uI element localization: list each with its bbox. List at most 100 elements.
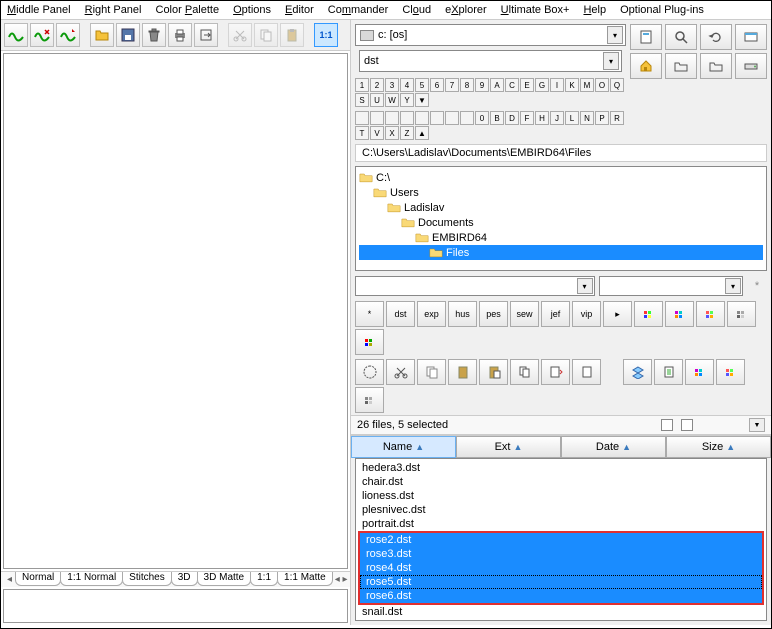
alpha-B[interactable]: B — [490, 111, 504, 125]
file-item[interactable]: lioness.dst — [356, 489, 766, 503]
file-item[interactable]: portrait.dst — [356, 517, 766, 531]
alpha-7[interactable]: 7 — [445, 78, 459, 92]
menu-editor[interactable]: Editor — [285, 4, 314, 16]
fmt-dst[interactable]: dst — [386, 301, 415, 327]
chevron-down-icon[interactable]: ▾ — [607, 26, 623, 44]
tab-1-1-normal[interactable]: 1:1 Normal — [60, 571, 123, 586]
column-ext[interactable]: Ext▲ — [456, 436, 561, 458]
tool-grid2[interactable] — [716, 359, 745, 385]
alpha-8[interactable]: 8 — [460, 78, 474, 92]
alpha-Y[interactable]: Y — [400, 93, 414, 107]
alpha-Z[interactable]: Z — [400, 126, 414, 140]
alpha-M[interactable]: M — [580, 78, 594, 92]
alpha-0[interactable]: 0 — [475, 111, 489, 125]
tool-shape[interactable] — [355, 359, 384, 385]
view-wand[interactable] — [665, 301, 694, 327]
copy-button[interactable] — [254, 23, 278, 47]
save-button[interactable] — [116, 23, 140, 47]
scale-11-button[interactable]: 1:1 — [314, 23, 338, 47]
alpha-U[interactable]: U — [370, 93, 384, 107]
folder-button-1[interactable] — [665, 53, 697, 79]
file-item[interactable]: rose2.dst — [360, 533, 762, 547]
alpha-4[interactable]: 4 — [400, 78, 414, 92]
tab-stitches[interactable]: Stitches — [122, 571, 172, 586]
fmt-sew[interactable]: sew — [510, 301, 539, 327]
alpha-K[interactable]: K — [565, 78, 579, 92]
tab-scroll-right[interactable]: ◂ ▸ — [332, 572, 350, 587]
tool-paste[interactable] — [448, 359, 477, 385]
tool-cut[interactable] — [386, 359, 415, 385]
file-item[interactable]: chair.dst — [356, 475, 766, 489]
fmt-hus[interactable]: hus — [448, 301, 477, 327]
alpha-5[interactable]: 5 — [415, 78, 429, 92]
wave-tool-3[interactable] — [56, 23, 80, 47]
file-item[interactable]: plesnivec.dst — [356, 503, 766, 517]
tool-paste2[interactable] — [479, 359, 508, 385]
menu-explorer[interactable]: eXplorer — [445, 4, 487, 16]
tree-node-c[interactable]: C:\ — [359, 170, 763, 185]
file-item[interactable]: hedera3.dst — [356, 461, 766, 475]
menu-options[interactable]: Options — [233, 4, 271, 16]
chevron-down-icon[interactable]: ▾ — [577, 278, 593, 294]
alpha-N[interactable]: N — [580, 111, 594, 125]
alpha-S[interactable]: S — [355, 93, 369, 107]
menu-optional-plug-ins[interactable]: Optional Plug-ins — [620, 4, 704, 16]
column-date[interactable]: Date▲ — [561, 436, 666, 458]
options-dropdown[interactable]: ▼ — [749, 418, 765, 432]
view-grid-color[interactable] — [696, 301, 725, 327]
tab-1-1[interactable]: 1:1 — [250, 571, 278, 586]
folder-tree[interactable]: C:\UsersLadislavDocumentsEMBIRD64Files — [355, 166, 767, 271]
zoom-button[interactable] — [665, 24, 697, 50]
alpha-F[interactable]: F — [520, 111, 534, 125]
alpha-1[interactable]: 1 — [355, 78, 369, 92]
tree-node-files[interactable]: Files — [359, 245, 763, 260]
chevron-down-icon[interactable]: ▾ — [603, 52, 619, 70]
alpha-▲[interactable]: ▲ — [415, 126, 429, 140]
alpha-6[interactable]: 6 — [430, 78, 444, 92]
alpha-2[interactable]: 2 — [370, 78, 384, 92]
column-name[interactable]: Name▲ — [351, 436, 456, 458]
tab-3d-matte[interactable]: 3D Matte — [197, 571, 252, 586]
tab-normal[interactable]: Normal — [15, 571, 61, 586]
alpha-P[interactable]: P — [595, 111, 609, 125]
alpha-W[interactable]: W — [385, 93, 399, 107]
fmt-x[interactable]: ▸ — [603, 301, 632, 327]
fmt-jef[interactable]: jef — [541, 301, 570, 327]
file-item[interactable]: rose3.dst — [360, 547, 762, 561]
tool-grid1[interactable] — [685, 359, 714, 385]
alpha-3[interactable]: 3 — [385, 78, 399, 92]
fmt-pes[interactable]: pes — [479, 301, 508, 327]
menu-help[interactable]: Help — [583, 4, 606, 16]
alpha-A[interactable]: A — [490, 78, 504, 92]
alpha-9[interactable]: 9 — [475, 78, 489, 92]
menu-middle-panel[interactable]: Middle Panel — [7, 4, 71, 16]
file-item[interactable]: snail.dst — [356, 605, 766, 619]
window-button[interactable] — [735, 24, 767, 50]
tool-doc-arrow[interactable] — [541, 359, 570, 385]
alpha-▼[interactable]: ▼ — [415, 93, 429, 107]
menu-ultimate-box-[interactable]: Ultimate Box+ — [501, 4, 570, 16]
fmt-exp[interactable]: exp — [417, 301, 446, 327]
drive-selector[interactable]: c: [os] ▾ — [355, 24, 626, 46]
folder-button-2[interactable] — [700, 53, 732, 79]
open-button[interactable] — [90, 23, 114, 47]
checkbox-1[interactable] — [661, 419, 673, 431]
tree-node-documents[interactable]: Documents — [359, 215, 763, 230]
checkbox-2[interactable] — [681, 419, 693, 431]
view-grid-bw[interactable] — [727, 301, 756, 327]
alpha-R[interactable]: R — [610, 111, 624, 125]
alpha-X[interactable]: X — [385, 126, 399, 140]
tool-docs[interactable] — [510, 359, 539, 385]
cut-button[interactable] — [228, 23, 252, 47]
fmt-vip[interactable]: vip — [572, 301, 601, 327]
tree-node-users[interactable]: Users — [359, 185, 763, 200]
alpha-J[interactable]: J — [550, 111, 564, 125]
alpha-G[interactable]: G — [535, 78, 549, 92]
alpha-L[interactable]: L — [565, 111, 579, 125]
save-card-button[interactable] — [630, 24, 662, 50]
tree-node-ladislav[interactable]: Ladislav — [359, 200, 763, 215]
tool-layers[interactable] — [623, 359, 652, 385]
filter-selector[interactable]: dst ▾ — [359, 50, 622, 72]
chevron-down-icon[interactable]: ▾ — [725, 278, 741, 294]
name-filter-combo[interactable]: ▾ — [355, 276, 595, 296]
